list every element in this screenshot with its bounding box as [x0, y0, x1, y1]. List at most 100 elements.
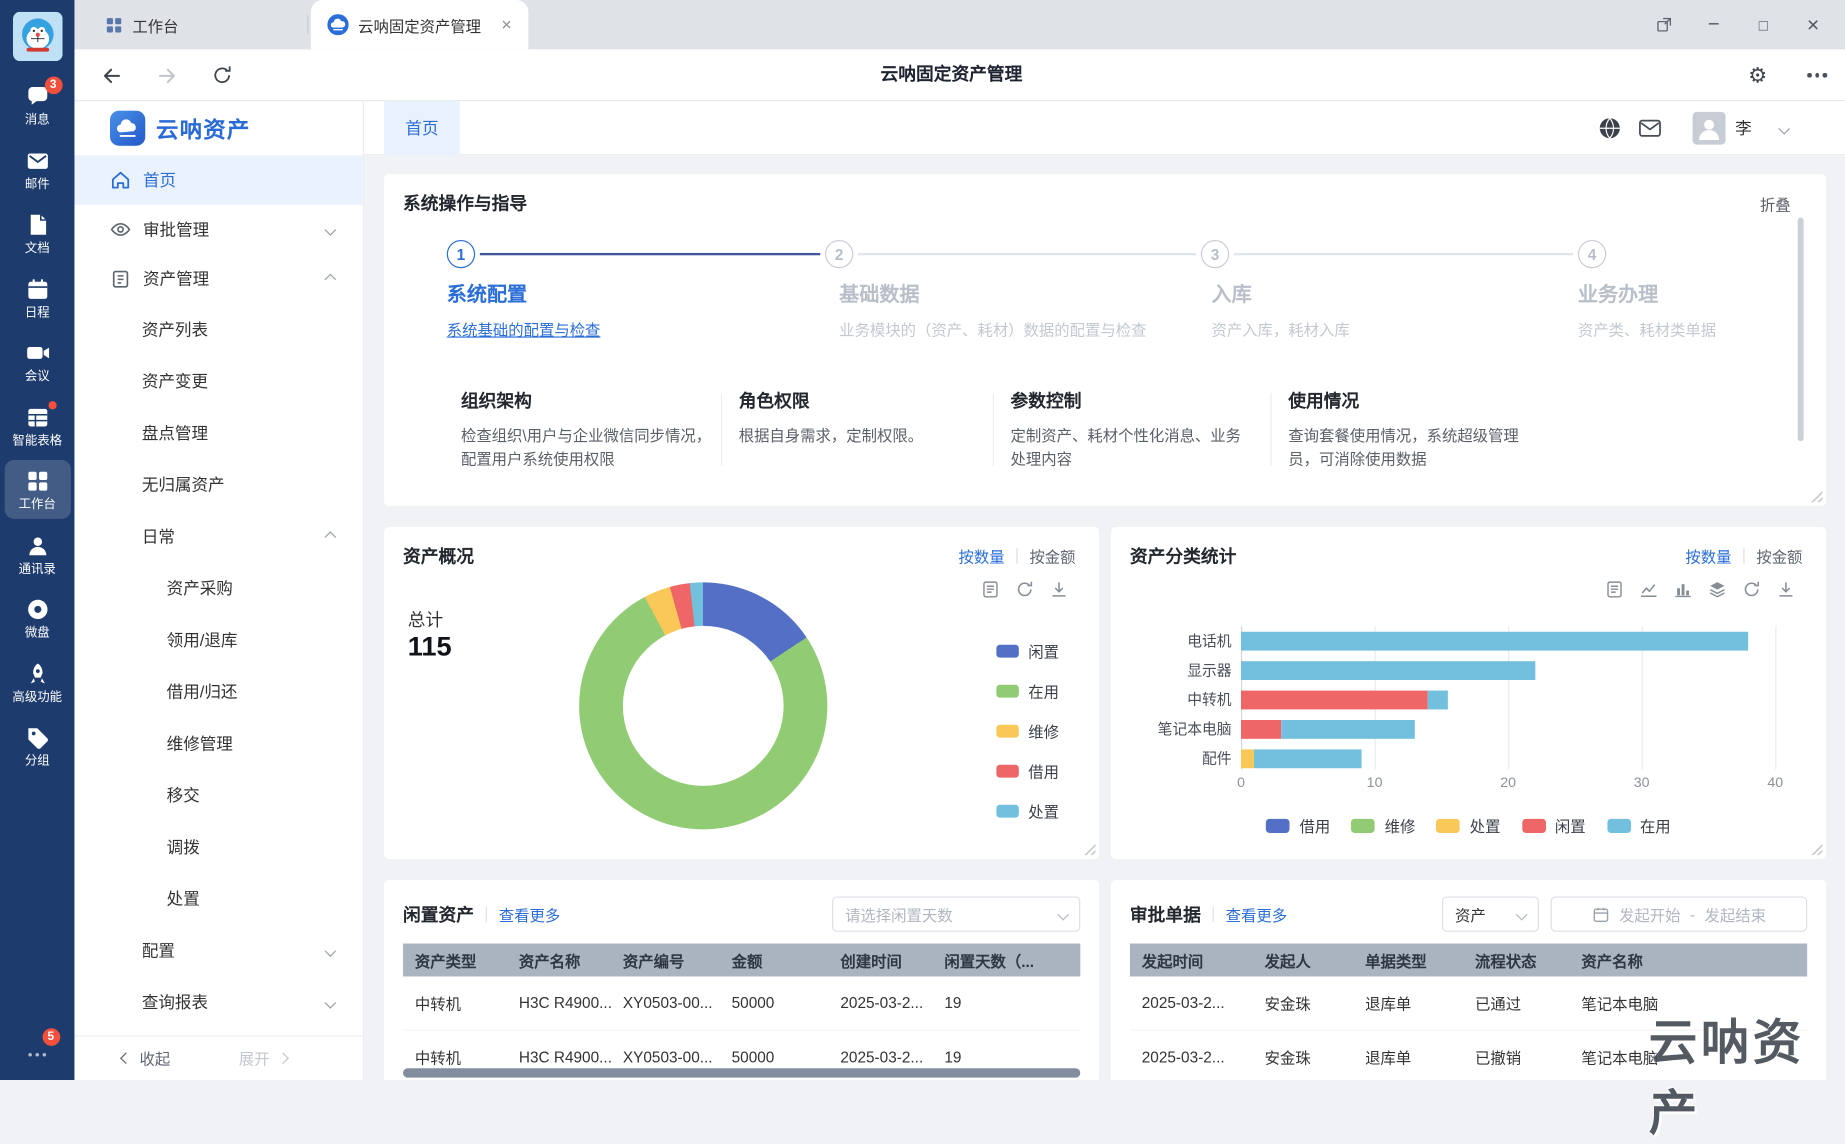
- sidebar-item-issue-return[interactable]: 领用/退库: [74, 614, 362, 666]
- sidebar-item-config[interactable]: 配置: [74, 925, 362, 977]
- rail-item-contacts[interactable]: 通讯录: [4, 524, 70, 582]
- sidebar-item-home[interactable]: 首页: [74, 155, 363, 205]
- sidebar-item-disposal[interactable]: 处置: [74, 873, 362, 925]
- legend-item[interactable]: 维修: [1351, 814, 1415, 836]
- sidebar-item-unassigned[interactable]: 无归属资产: [74, 459, 362, 511]
- bar-track[interactable]: [1241, 661, 1775, 680]
- maximize-button[interactable]: □: [1739, 0, 1789, 49]
- stack-layers-icon[interactable]: [1708, 580, 1727, 599]
- rail-more-button[interactable]: 5: [20, 1028, 60, 1061]
- sidebar-item-asset-list[interactable]: 资产列表: [74, 304, 362, 356]
- doc-type-select[interactable]: 资产: [1441, 896, 1539, 932]
- sidebar-item-approval-mgmt[interactable]: 审批管理: [74, 205, 362, 254]
- sidebar-item-reports[interactable]: 查询报表: [74, 976, 362, 1028]
- sidebar-item-daily[interactable]: 日常: [74, 511, 362, 563]
- legend-item[interactable]: 处置: [996, 800, 1059, 822]
- bar-track[interactable]: [1241, 719, 1775, 739]
- rail-item-label: 高级功能: [12, 689, 63, 705]
- data-view-icon[interactable]: [981, 580, 1000, 599]
- bar-chart-icon[interactable]: [1674, 580, 1693, 599]
- rail-item-groups[interactable]: 分组: [4, 716, 70, 774]
- scrollbar-thumb[interactable]: [1797, 217, 1804, 442]
- sidebar-item-asset-change[interactable]: 资产变更: [74, 355, 362, 407]
- message-envelope-icon[interactable]: [1638, 116, 1662, 140]
- table-row[interactable]: 中转机 H3C R4900... XY0503-00... 50000 2025…: [403, 976, 1081, 1031]
- by-count-toggle[interactable]: 按数量: [959, 545, 1005, 567]
- tab-close-icon[interactable]: ×: [501, 16, 511, 34]
- bar-segment[interactable]: [1241, 631, 1749, 651]
- by-amount-toggle[interactable]: 按金额: [1756, 545, 1802, 567]
- rail-item-meeting[interactable]: 会议: [4, 332, 70, 390]
- idle-days-select[interactable]: 请选择闲置天数: [832, 896, 1081, 932]
- legend-item[interactable]: 维修: [996, 720, 1059, 742]
- bar-segment[interactable]: [1241, 690, 1428, 710]
- tab-workbench[interactable]: 工作台: [89, 0, 311, 49]
- refresh-icon[interactable]: [1015, 580, 1034, 599]
- fold-guide-link[interactable]: 折叠: [1760, 193, 1791, 215]
- tab-home[interactable]: 首页: [384, 101, 460, 156]
- legend-item[interactable]: 闲置: [1521, 814, 1586, 836]
- tab-asset-app[interactable]: 云呐固定资产管理 ×: [310, 0, 529, 50]
- refresh-button[interactable]: [212, 65, 233, 86]
- by-count-toggle[interactable]: 按数量: [1685, 545, 1731, 567]
- back-button[interactable]: [100, 64, 122, 86]
- collapse-sidebar-button[interactable]: 收起: [120, 1047, 170, 1069]
- bar-track[interactable]: [1241, 749, 1775, 769]
- user-avatar[interactable]: [12, 11, 63, 62]
- rail-item-mail[interactable]: 邮件: [4, 139, 70, 197]
- rail-item-calendar[interactable]: 日程: [4, 268, 70, 326]
- data-view-icon[interactable]: [1605, 580, 1624, 599]
- sidebar-item-asset-mgmt[interactable]: 资产管理: [74, 254, 362, 303]
- table-row[interactable]: 2025-03-2... 安金珠 退库单 已撤销 笔记本电脑: [1130, 1031, 1807, 1080]
- settings-gear-icon[interactable]: ⚙: [1748, 49, 1767, 101]
- legend-item[interactable]: 在用: [1606, 814, 1671, 836]
- refresh-icon[interactable]: [1742, 580, 1761, 599]
- step-desc-link[interactable]: 系统基础的配置与检查: [447, 318, 601, 340]
- bar-segment[interactable]: [1241, 719, 1282, 739]
- rail-item-advanced[interactable]: 高级功能: [4, 652, 70, 710]
- bar-segment[interactable]: [1241, 661, 1535, 680]
- minimize-button[interactable]: −: [1689, 0, 1739, 49]
- rail-item-smart-table[interactable]: 智能表格: [4, 396, 70, 454]
- bar-segment[interactable]: [1281, 719, 1415, 739]
- rail-item-docs[interactable]: 文档: [4, 204, 70, 262]
- sidebar-item-inventory[interactable]: 盘点管理: [74, 407, 362, 459]
- chevron-down-icon[interactable]: [1778, 122, 1790, 135]
- download-icon[interactable]: [1050, 580, 1069, 599]
- rail-item-messages[interactable]: 3 消息: [4, 75, 70, 133]
- horizontal-scrollbar[interactable]: [403, 1068, 1081, 1078]
- forward-button[interactable]: [156, 64, 178, 86]
- user-avatar-small[interactable]: [1692, 111, 1726, 145]
- legend-item[interactable]: 在用: [996, 680, 1059, 702]
- by-amount-toggle[interactable]: 按金额: [1029, 545, 1075, 567]
- sidebar-item-purchase[interactable]: 资产采购: [74, 562, 362, 614]
- bar-segment[interactable]: [1254, 749, 1362, 769]
- sidebar-item-repair[interactable]: 维修管理: [74, 718, 362, 770]
- bar-track[interactable]: [1241, 690, 1775, 710]
- rail-item-workbench[interactable]: 工作台: [4, 459, 71, 519]
- popout-window-button[interactable]: [1639, 0, 1689, 49]
- legend-item[interactable]: 借用: [996, 760, 1059, 782]
- expand-sidebar-button[interactable]: 展开: [239, 1047, 289, 1069]
- user-name[interactable]: 李: [1735, 116, 1752, 140]
- legend-item[interactable]: 闲置: [996, 640, 1059, 662]
- bar-segment[interactable]: [1241, 749, 1255, 769]
- idle-view-more-link[interactable]: 查看更多: [499, 903, 560, 925]
- bar-track[interactable]: [1241, 631, 1775, 651]
- close-button[interactable]: ×: [1788, 0, 1838, 49]
- asset-overview-donut[interactable]: [579, 582, 828, 830]
- legend-item[interactable]: 处置: [1436, 814, 1500, 836]
- sidebar-item-allocation[interactable]: 调拨: [74, 821, 362, 873]
- toolbar-more-button[interactable]: [1807, 49, 1827, 101]
- legend-item[interactable]: 借用: [1266, 814, 1330, 836]
- table-row[interactable]: 2025-03-2... 安金珠 退库单 已通过 笔记本电脑: [1129, 976, 1808, 1031]
- sidebar-item-borrow-return[interactable]: 借用/归还: [74, 666, 362, 718]
- date-range-picker[interactable]: 发起开始 - 发起结束: [1550, 896, 1808, 932]
- rail-item-drive[interactable]: 微盘: [4, 588, 70, 646]
- download-icon[interactable]: [1776, 580, 1795, 599]
- bar-segment[interactable]: [1427, 690, 1449, 710]
- language-globe-icon[interactable]: [1598, 116, 1622, 140]
- line-chart-icon[interactable]: [1639, 580, 1658, 599]
- sidebar-item-transfer[interactable]: 移交: [74, 769, 362, 821]
- approval-view-more-link[interactable]: 查看更多: [1226, 903, 1287, 925]
